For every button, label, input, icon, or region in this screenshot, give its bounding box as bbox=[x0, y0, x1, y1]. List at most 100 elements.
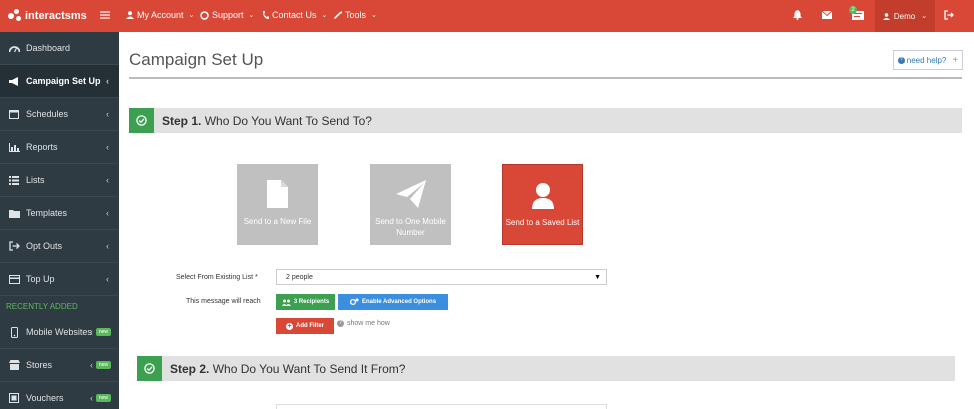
sidebar-item-mobile-websites[interactable]: Mobile Websites ‹ new bbox=[0, 316, 119, 349]
check-circle-icon bbox=[129, 108, 154, 133]
question-icon: ? bbox=[337, 320, 344, 327]
bar-chart-icon bbox=[8, 141, 20, 153]
need-help-label: need help? bbox=[906, 55, 947, 65]
brand-logo[interactable]: interactsms bbox=[8, 9, 87, 23]
sidebar-item-label: Stores bbox=[26, 360, 53, 370]
reach-label: This message will reach bbox=[186, 298, 261, 305]
chevron-left-icon: ‹ bbox=[90, 327, 93, 337]
send-to-new-file-tile[interactable]: Send to a New File bbox=[237, 164, 318, 245]
new-badge: new bbox=[95, 394, 111, 402]
folder-icon bbox=[8, 207, 20, 219]
send-to-one-number-tile[interactable]: Send to One Mobile Number bbox=[370, 164, 451, 245]
logo-icon bbox=[8, 9, 22, 23]
nav-tools[interactable]: Tools ⌄ bbox=[334, 10, 377, 20]
enable-advanced-options-button[interactable]: Enable Advanced Options bbox=[338, 294, 448, 310]
chevron-left-icon: ‹ bbox=[106, 76, 109, 86]
user-icon bbox=[882, 12, 890, 20]
recipients-button[interactable]: 3 Recipients bbox=[276, 294, 335, 310]
chevron-left-icon: ‹ bbox=[106, 274, 109, 284]
sidebar-item-label: Opt Outs bbox=[26, 241, 63, 251]
users-icon bbox=[281, 299, 291, 306]
wrench-icon bbox=[334, 11, 342, 19]
show-me-how-label: show me how bbox=[347, 320, 390, 327]
sidebar-item-reports[interactable]: Reports ‹ bbox=[0, 131, 119, 164]
page-title: Campaign Set Up bbox=[129, 50, 264, 69]
menu-toggle-icon[interactable] bbox=[100, 11, 110, 19]
lifebuoy-icon bbox=[200, 10, 209, 20]
dropdown-arrow-icon: ▼ bbox=[594, 273, 601, 281]
mobile-icon bbox=[8, 326, 20, 338]
sidebar-item-lists[interactable]: Lists ‹ bbox=[0, 164, 119, 197]
sidebar-item-label: Top Up bbox=[26, 274, 55, 284]
step-1-header: Step 1. Who Do You Want To Send To? bbox=[129, 108, 962, 133]
chevron-left-icon: ‹ bbox=[90, 360, 93, 370]
sidebar-item-campaign-set-up[interactable]: Campaign Set Up ‹ bbox=[0, 65, 119, 98]
sidebar-item-top-up[interactable]: Top Up ‹ bbox=[0, 263, 119, 296]
add-filter-button[interactable]: + Add Filter bbox=[276, 318, 334, 334]
new-badge: new bbox=[95, 328, 111, 336]
store-icon bbox=[8, 359, 20, 371]
check-circle-icon bbox=[137, 356, 162, 381]
sender-field[interactable] bbox=[276, 404, 607, 409]
sidebar-item-stores[interactable]: Stores ‹ new bbox=[0, 349, 119, 382]
show-me-how-link[interactable]: ? show me how bbox=[337, 320, 390, 327]
sidebar-item-label: Templates bbox=[26, 208, 68, 218]
list-icon bbox=[8, 174, 20, 186]
nav-contact-us[interactable]: Contact Us ⌄ bbox=[262, 10, 327, 20]
select-value: 2 people bbox=[286, 273, 313, 281]
sidebar-item-label: Schedules bbox=[26, 109, 69, 119]
voucher-icon bbox=[8, 392, 20, 404]
step-2-number: Step 2. bbox=[170, 361, 210, 376]
user-menu[interactable]: Demo ⌄ bbox=[875, 0, 935, 32]
nav-contact-us-label: Contact Us bbox=[272, 10, 317, 20]
sidebar-item-dashboard[interactable]: Dashboard bbox=[0, 32, 119, 65]
notification-count-badge: 2 bbox=[849, 6, 857, 14]
calendar-icon bbox=[8, 108, 20, 120]
sidebar-item-schedules[interactable]: Schedules ‹ bbox=[0, 98, 119, 131]
new-badge: new bbox=[95, 361, 111, 369]
chevron-down-icon: ⌄ bbox=[371, 12, 377, 19]
dashboard-icon bbox=[8, 42, 20, 54]
existing-list-select[interactable]: 2 people ▼ bbox=[276, 269, 607, 285]
nav-support[interactable]: Support ⌄ bbox=[200, 10, 254, 20]
file-icon bbox=[267, 180, 288, 208]
chevron-left-icon: ‹ bbox=[106, 109, 109, 119]
chevron-down-icon: ⌄ bbox=[188, 12, 195, 19]
bell-icon[interactable] bbox=[793, 10, 802, 20]
chevron-left-icon: ‹ bbox=[106, 208, 109, 218]
chevron-down-icon: ⌄ bbox=[321, 12, 328, 19]
credit-card-icon bbox=[8, 273, 20, 285]
sidebar-item-templates[interactable]: Templates ‹ bbox=[0, 197, 119, 230]
logout-icon[interactable] bbox=[944, 10, 954, 20]
sidebar-item-label: Dashboard bbox=[26, 43, 71, 53]
chevron-left-icon: ‹ bbox=[106, 142, 109, 152]
gears-icon bbox=[349, 298, 359, 306]
envelope-icon[interactable] bbox=[822, 11, 832, 19]
step-1-number: Step 1. bbox=[162, 113, 202, 128]
title-divider bbox=[129, 77, 962, 79]
user-name: Demo bbox=[893, 11, 916, 21]
sidebar-item-label: Reports bbox=[26, 142, 58, 152]
send-to-saved-list-tile[interactable]: Send to a Saved List bbox=[502, 164, 583, 245]
recently-added-heading: RECENTLY ADDED bbox=[6, 302, 78, 311]
question-icon: ? bbox=[897, 56, 905, 64]
chevron-down-icon: ⌄ bbox=[921, 13, 928, 20]
sidebar-item-label: Mobile Websites bbox=[26, 327, 92, 337]
chevron-left-icon: ‹ bbox=[106, 241, 109, 251]
megaphone-icon bbox=[8, 75, 20, 87]
sidebar-item-label: Vouchers bbox=[26, 393, 64, 403]
chevron-down-icon: ⌄ bbox=[248, 12, 255, 19]
sidebar-item-label: Campaign Set Up bbox=[26, 76, 101, 86]
paper-plane-icon bbox=[395, 180, 426, 208]
chevron-left-icon: ‹ bbox=[90, 393, 93, 403]
need-help-button[interactable]: ? need help? + bbox=[893, 50, 963, 70]
step-2-header: Step 2. Who Do You Want To Send It From? bbox=[137, 356, 955, 381]
sidebar-item-vouchers[interactable]: Vouchers ‹ new bbox=[0, 382, 119, 409]
chevron-left-icon: ‹ bbox=[106, 175, 109, 185]
add-filter-label: Add Filter bbox=[296, 323, 324, 329]
sidebar-item-opt-outs[interactable]: Opt Outs ‹ bbox=[0, 230, 119, 263]
plus-icon: + bbox=[952, 54, 959, 66]
recipients-label: 3 Recipients bbox=[293, 299, 330, 305]
sidebar: Dashboard Campaign Set Up ‹ Schedules ‹ … bbox=[0, 32, 119, 409]
nav-my-account[interactable]: My Account ⌄ bbox=[126, 10, 194, 20]
